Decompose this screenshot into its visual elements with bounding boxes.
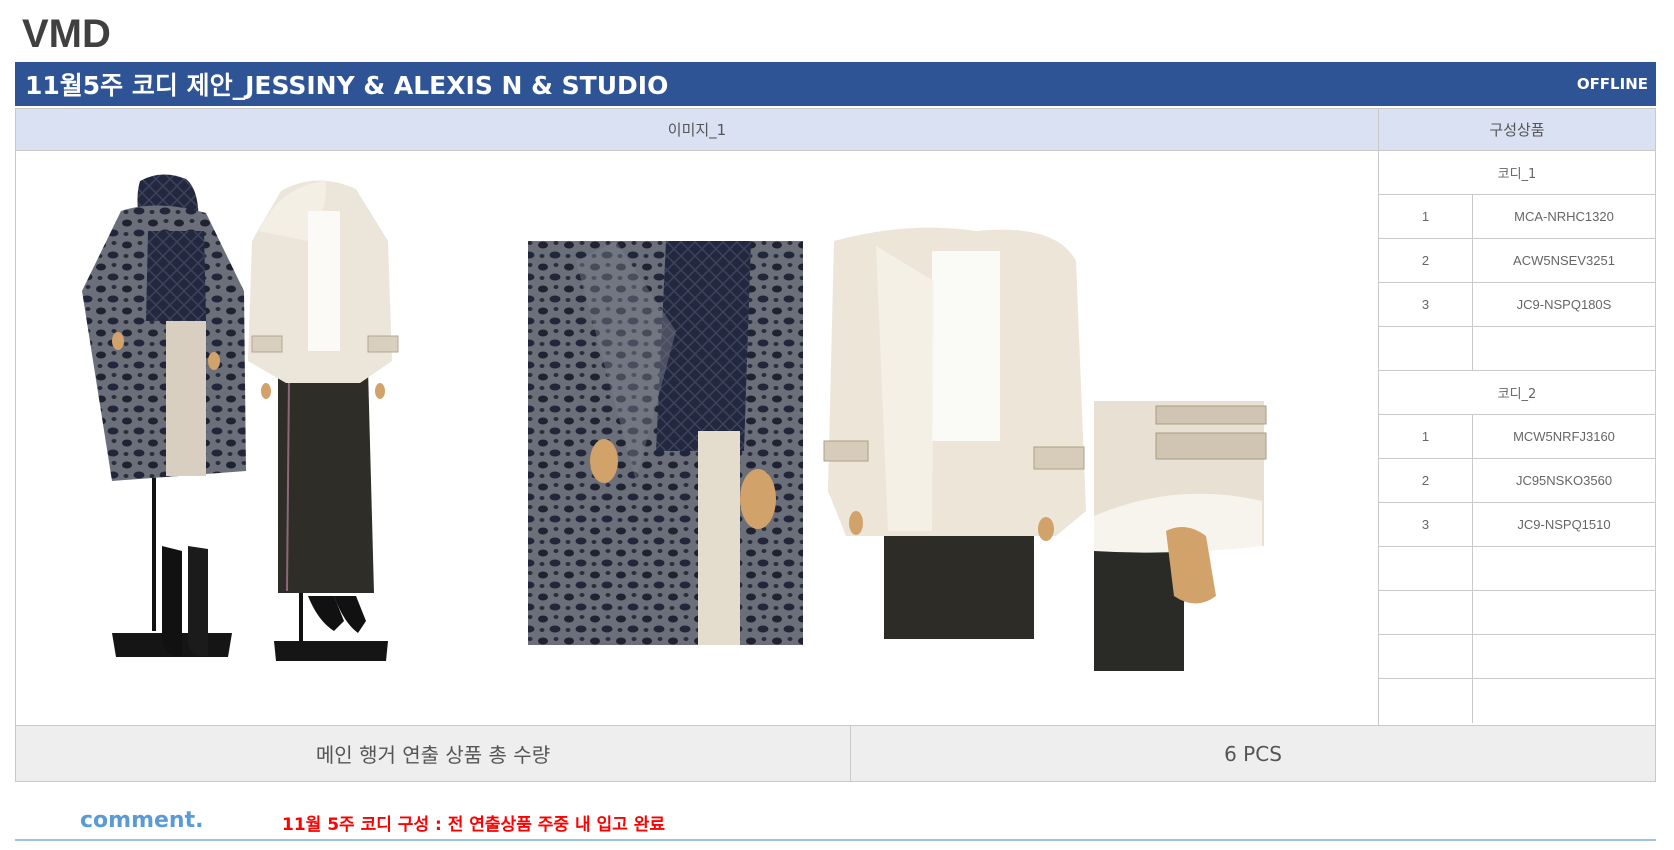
product-row: 1 MCA-NRHC1320 — [1379, 195, 1655, 239]
product-row-empty — [1379, 547, 1655, 591]
proposal-title: 11월5주 코디 제안_JESSINY & ALEXIS N & STUDIO — [25, 71, 669, 100]
row-number — [1379, 679, 1473, 723]
product-code — [1473, 547, 1655, 590]
channel-label: OFFLINE — [1576, 75, 1648, 93]
row-number — [1379, 591, 1473, 634]
summary-label: 메인 행거 연출 상품 총 수량 — [16, 726, 851, 781]
row-number — [1379, 635, 1473, 678]
summary-row: 메인 행거 연출 상품 총 수량 6 PCS — [16, 725, 1655, 781]
product-list: 코디_1 1 MCA-NRHC1320 2 ACW5NSEV3251 3 JC9-NS… — [1379, 151, 1655, 723]
product-row: 2 ACW5NSEV3251 — [1379, 239, 1655, 283]
image-column-header: 이미지_1 — [16, 109, 1379, 151]
brand-title: VMD — [22, 12, 111, 56]
product-code: MCA-NRHC1320 — [1514, 209, 1614, 224]
products-column-header: 구성상품 — [1379, 109, 1655, 151]
product-row: 2 JC95NSKO3560 — [1379, 459, 1655, 503]
product-row-empty — [1379, 679, 1655, 723]
row-number: 3 — [1379, 283, 1473, 326]
product-code — [1473, 591, 1655, 634]
product-code — [1473, 327, 1655, 370]
detail-leopard-coat-closeup — [528, 241, 803, 645]
coordi-2-header: 코디_2 — [1379, 371, 1655, 415]
product-row-empty — [1379, 591, 1655, 635]
row-number: 2 — [1379, 239, 1473, 282]
product-code — [1473, 679, 1655, 723]
product-code: ACW5NSEV3251 — [1513, 253, 1615, 268]
mannequin-1-leopard-coat — [82, 174, 246, 657]
product-code: JC9-NSPQ1510 — [1517, 517, 1611, 532]
product-code: MCW5NRFJ3160 — [1513, 429, 1615, 444]
product-row: 3 JC9-NSPQ1510 — [1379, 503, 1655, 547]
row-number: 2 — [1379, 459, 1473, 502]
comment-note: 11월 5주 코디 구성 : 전 연출상품 주중 내 입고 완료 — [282, 815, 665, 835]
product-code: JC95NSKO3560 — [1515, 473, 1613, 488]
row-number: 3 — [1379, 503, 1473, 546]
row-number — [1379, 547, 1473, 590]
detail-cuff-buckle — [1094, 401, 1267, 671]
row-number: 1 — [1379, 415, 1473, 458]
product-code — [1473, 635, 1655, 678]
coordi-1-header: 코디_1 — [1379, 151, 1655, 195]
product-row: 1 MCW5NRFJ3160 — [1379, 415, 1655, 459]
row-number — [1379, 327, 1473, 370]
row-number: 1 — [1379, 195, 1473, 238]
mannequin-2-shearling-jacket — [248, 180, 399, 661]
comment-label: comment. — [80, 808, 204, 833]
title-bar: 11월5주 코디 제안_JESSINY & ALEXIS N & STUDIO … — [15, 62, 1656, 106]
comment-underline — [15, 839, 1656, 841]
summary-value: 6 PCS — [1224, 741, 1282, 766]
styling-image-area — [16, 151, 1379, 725]
product-row: 3 JC9-NSPQ180S — [1379, 283, 1655, 327]
vmd-table: 이미지_1 구성상품 코디_1 1 MCA-NRHC1320 2 ACW5NSE… — [15, 108, 1656, 782]
product-code: JC9-NSPQ180S — [1516, 297, 1612, 312]
product-row-empty — [1379, 635, 1655, 679]
detail-shearling-jacket — [823, 227, 1086, 639]
product-row-empty — [1379, 327, 1655, 371]
